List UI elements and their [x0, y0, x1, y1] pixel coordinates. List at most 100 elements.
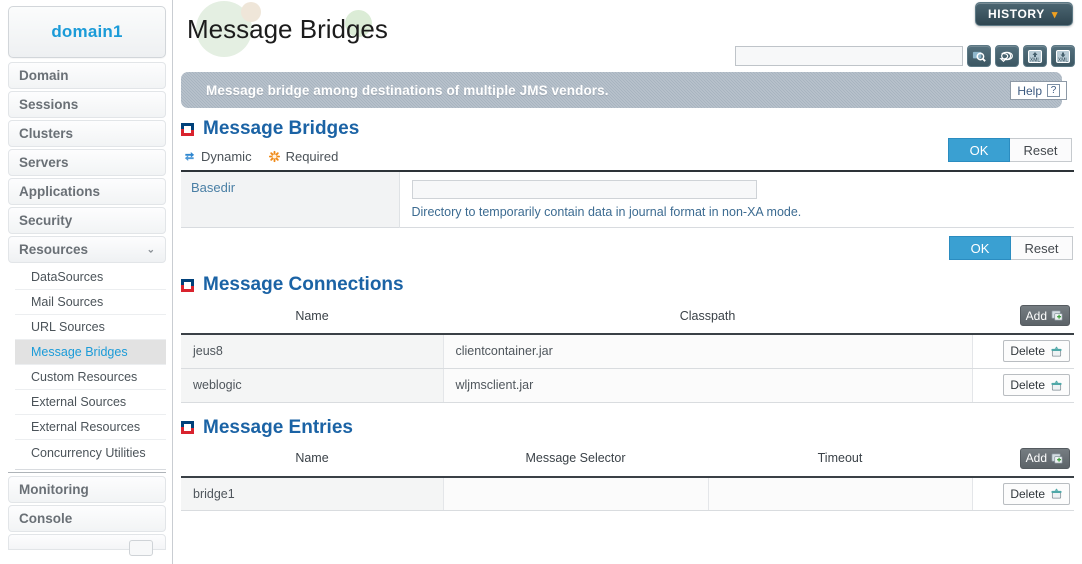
section-header-message-connections: Message Connections — [181, 274, 1074, 296]
table-header-row: Name Classpath Add — [181, 299, 1074, 335]
trash-icon — [1051, 346, 1062, 357]
ok-button[interactable]: OK — [949, 236, 1011, 260]
search-input[interactable] — [735, 46, 963, 66]
basedir-input[interactable] — [411, 180, 757, 199]
sidebar-divider — [8, 472, 166, 473]
column-header-classpath: Classpath — [443, 299, 972, 335]
sidebar-item-sessions[interactable]: Sessions — [8, 91, 166, 118]
legend-dynamic: Dynamic — [183, 149, 252, 164]
section-title: Message Entries — [203, 416, 353, 438]
dynamic-icon — [184, 152, 195, 161]
sidebar-item-label: Domain — [19, 68, 69, 83]
cell-classpath: wljmsclient.jar — [443, 368, 973, 403]
sidebar-subitem-label: Concurrency Utilities — [31, 445, 146, 460]
chevron-down-icon: ⌄ — [146, 244, 155, 255]
sidebar-item-label: Sessions — [19, 97, 79, 112]
xml-import-icon[interactable]: XML — [1023, 45, 1047, 67]
legend: Dynamic Required — [183, 149, 1074, 164]
sidebar-item-label: Resources — [19, 242, 89, 257]
reload-icon[interactable] — [995, 45, 1019, 67]
info-banner-text: Message bridge among destinations of mul… — [206, 82, 609, 98]
sidebar-item-partial[interactable] — [8, 534, 166, 556]
section-square-icon — [181, 421, 194, 434]
sidebar-item-security[interactable]: Security — [8, 207, 166, 234]
reset-button[interactable]: Reset — [1011, 236, 1073, 260]
table-row[interactable]: jeus8 clientcontainer.jar Delete — [181, 334, 1074, 369]
svg-text:XML: XML — [1058, 57, 1069, 63]
question-mark-icon: ? — [1047, 84, 1060, 97]
table-row[interactable]: weblogic wljmsclient.jar Delete — [181, 368, 1074, 403]
history-button[interactable]: HISTORY ▾ — [974, 2, 1073, 26]
sidebar-item-label: Console — [19, 511, 73, 526]
sidebar-item-servers[interactable]: Servers — [8, 149, 166, 176]
cell-message-selector — [443, 476, 709, 511]
column-header-actions: Add — [972, 441, 1074, 478]
sidebar-subitem-label: Custom Resources — [31, 370, 138, 384]
sidebar-item-label: Clusters — [19, 126, 74, 141]
chevron-down-icon: ▾ — [1051, 8, 1058, 21]
message-entries-table: Name Message Selector Timeout Add bridge… — [181, 441, 1074, 511]
xml-export-icon[interactable]: XML — [1051, 45, 1075, 67]
basedir-form: Basedir Directory to temporarily contain… — [181, 170, 1074, 228]
column-header-name: Name — [181, 441, 443, 478]
sidebar-item-domain[interactable]: Domain — [8, 62, 166, 89]
sidebar-item-resources[interactable]: Resources ⌄ — [8, 236, 166, 263]
add-plus-icon — [1051, 452, 1063, 464]
add-button-label: Add — [1025, 308, 1047, 323]
delete-button-label: Delete — [1010, 344, 1045, 359]
sidebar: domain1 Domain Sessions Clusters Servers… — [0, 0, 173, 564]
section-title: Message Connections — [203, 274, 404, 295]
sidebar-item-url-sources[interactable]: URL Sources — [15, 315, 166, 340]
delete-button[interactable]: Delete — [1003, 374, 1070, 396]
basedir-hint: Directory to temporarily contain data in… — [411, 205, 802, 219]
page-title: Message Bridges — [187, 14, 388, 44]
sidebar-item-applications[interactable]: Applications — [8, 178, 166, 205]
legend-required: Required — [268, 149, 338, 164]
form-row-basedir: Basedir Directory to temporarily contain… — [181, 171, 1074, 228]
column-header-timeout: Timeout — [708, 441, 972, 478]
delete-button-label: Delete — [1010, 378, 1045, 392]
table-row[interactable]: bridge1 Delete — [181, 476, 1074, 511]
section-square-icon — [181, 122, 194, 136]
sidebar-item-custom-resources[interactable]: Custom Resources — [15, 365, 166, 390]
sidebar-subitem-label: External Sources — [31, 395, 127, 409]
history-button-label: HISTORY — [987, 7, 1045, 21]
delete-button[interactable]: Delete — [1003, 340, 1070, 363]
sidebar-item-external-sources[interactable]: External Sources — [15, 390, 166, 415]
form-buttons-top: OK Reset — [948, 138, 1073, 162]
cell-name: jeus8 — [181, 334, 444, 369]
sidebar-item-label: Applications — [19, 184, 101, 199]
sidebar-item-external-resources[interactable]: External Resources — [15, 415, 166, 440]
section-message-connections: Message Connections Name Classpath Add j… — [181, 274, 1074, 403]
sidebar-item-label: Security — [19, 213, 73, 228]
delete-button-label: Delete — [1010, 486, 1045, 501]
help-button[interactable]: Help ? — [1010, 81, 1067, 100]
cell-name: weblogic — [181, 368, 444, 403]
cell-classpath: clientcontainer.jar — [443, 334, 973, 369]
section-message-entries: Message Entries Name Message Selector Ti… — [181, 417, 1074, 511]
sidebar-subitem-label: External Resources — [31, 420, 141, 434]
reset-button[interactable]: Reset — [1010, 138, 1072, 162]
add-plus-icon — [1051, 310, 1063, 321]
sidebar-item-monitoring[interactable]: Monitoring — [8, 476, 166, 503]
sidebar-item-mail-sources[interactable]: Mail Sources — [15, 290, 166, 315]
trash-icon — [1051, 488, 1062, 499]
add-button[interactable]: Add — [1019, 447, 1070, 469]
delete-button[interactable]: Delete — [1003, 482, 1070, 505]
sidebar-item-console[interactable]: Console — [8, 505, 166, 532]
sidebar-item-concurrency-utilities[interactable]: Concurrency Utilities — [15, 440, 166, 465]
cell-timeout — [708, 476, 973, 511]
sidebar-item-message-bridges[interactable]: Message Bridges — [15, 340, 166, 365]
add-button[interactable]: Add — [1019, 305, 1070, 326]
domain-header[interactable]: domain1 — [8, 6, 166, 58]
ok-button[interactable]: OK — [948, 138, 1010, 162]
sidebar-subitem-label: DataSources — [31, 270, 104, 284]
application-window: domain1 Domain Sessions Clusters Servers… — [0, 0, 1082, 564]
section-header-message-entries: Message Entries — [181, 417, 1074, 439]
search-icon[interactable] — [967, 45, 991, 67]
section-title: Message Bridges — [203, 118, 360, 139]
sidebar-item-clusters[interactable]: Clusters — [8, 120, 166, 147]
add-button-label: Add — [1025, 451, 1047, 465]
sidebar-subitem-label: Message Bridges — [31, 345, 128, 359]
sidebar-item-datasources[interactable]: DataSources — [15, 265, 166, 290]
